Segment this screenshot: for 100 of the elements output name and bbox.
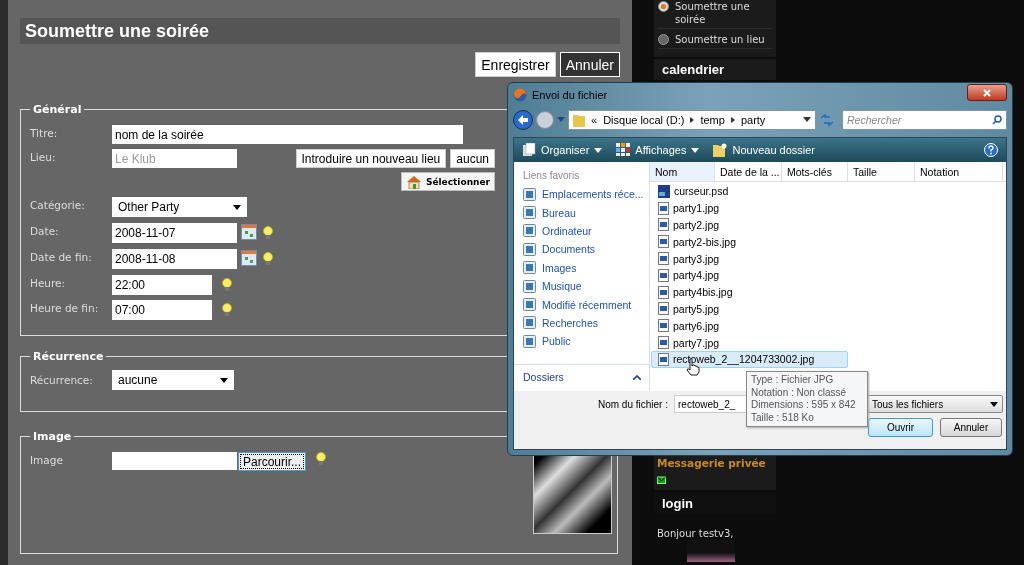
file-field[interactable] (112, 452, 237, 470)
save-button[interactable]: Enregistrer (475, 52, 556, 77)
shortcut-icon (523, 261, 536, 275)
logo-image (687, 539, 735, 562)
close-button[interactable] (967, 84, 1007, 101)
image-file-icon (658, 201, 669, 215)
chevron-icon (730, 116, 735, 123)
shortcut-icon (523, 242, 536, 256)
toolbar-button[interactable]: Organiser (522, 143, 603, 157)
menu-item[interactable]: Soumettre une soirée (658, 0, 772, 29)
toolbar-button[interactable]: Nouveau dossier (713, 143, 816, 157)
lightbulb-icon (263, 225, 273, 239)
column-header[interactable]: Nom (650, 162, 715, 181)
column-header[interactable]: Mots-clés (782, 162, 848, 181)
new-place-button[interactable]: Introduire un nouveau lieu (295, 149, 447, 168)
toolbar-button[interactable]: Affichages (616, 143, 700, 157)
favorite-link[interactable]: Modifié récemment (514, 295, 649, 314)
image-file-icon (658, 352, 669, 366)
image-file-icon (658, 302, 669, 316)
chevron-up-icon (633, 374, 641, 380)
column-header[interactable]: Date de la ... (715, 162, 782, 181)
column-header[interactable]: Taille (848, 162, 915, 181)
lightbulb-icon (222, 303, 232, 316)
column-header[interactable]: Notation (915, 162, 1003, 181)
favorite-link[interactable]: Images (514, 258, 649, 277)
refresh-icon (819, 112, 835, 127)
greeting-text: Bonjour testv3, (656, 527, 735, 539)
file-item[interactable]: party3.jpg (651, 250, 848, 267)
close-icon (983, 88, 991, 97)
file-item[interactable]: party6.jpg (651, 317, 848, 335)
field-label: Date de fin: (30, 250, 93, 263)
file-item[interactable]: party1.jpg (651, 199, 848, 217)
shortcut-icon (523, 298, 536, 312)
mail-icon (657, 475, 666, 484)
favorite-link[interactable]: Documents (514, 240, 649, 259)
favorite-link[interactable]: Musique (514, 276, 649, 296)
caret-icon (220, 377, 228, 383)
address-bar[interactable]: « Disque local (D:) temp party (568, 109, 816, 130)
browse-button[interactable]: Parcourir... (238, 452, 307, 471)
calendar-heading: calendrier (661, 61, 726, 79)
favorite-link[interactable]: Ordinateur (514, 221, 649, 241)
folder-icon (573, 112, 585, 127)
favorite-link[interactable]: Emplacements réce... (514, 185, 649, 204)
shortcut-icon (523, 224, 536, 238)
text-field[interactable]: nom de la soirée (112, 125, 463, 144)
caret-icon (594, 147, 603, 153)
dropdown[interactable]: Other Party (112, 197, 247, 217)
image-file-icon (658, 285, 669, 299)
lightbulb-icon (316, 452, 327, 465)
favorite-link[interactable]: Bureau (514, 203, 649, 222)
time-field[interactable]: 22:00 (112, 275, 212, 295)
shortcut-icon (523, 187, 536, 201)
date-field[interactable]: 2008-11-08 (112, 249, 237, 269)
menu-item[interactable]: Soumettre un lieu (658, 29, 772, 49)
new-folder-icon (713, 143, 728, 157)
file-item[interactable]: party4.jpg (651, 267, 848, 284)
shortcut-icon (523, 334, 536, 348)
file-item[interactable]: party2.jpg (651, 216, 848, 234)
photoshop-file-icon (658, 184, 670, 198)
file-item[interactable]: party7.jpg (651, 334, 848, 351)
caret-icon (233, 204, 241, 210)
cancel-button[interactable]: Annuler (940, 418, 1002, 437)
cancel-button[interactable]: Annuler (559, 52, 620, 77)
messaging-link[interactable]: Messagerie privée (657, 457, 766, 469)
time-field[interactable]: 07:00 (112, 300, 212, 320)
select-button[interactable]: Sélectionner (400, 172, 495, 191)
favorite-link[interactable]: Public (514, 332, 649, 351)
shortcut-icon (523, 316, 536, 330)
section-title: Image (32, 430, 73, 443)
lightbulb-icon (222, 278, 232, 291)
search-field[interactable]: Rechercher (842, 109, 1007, 130)
search-icon (992, 114, 1002, 125)
field-label: Catégorie: (30, 198, 86, 211)
none-button[interactable]: aucun (450, 149, 495, 168)
file-item[interactable]: party2-bis.jpg (651, 233, 848, 251)
caret-icon (803, 117, 811, 122)
file-item[interactable]: party4bis.jpg (651, 283, 848, 301)
image-file-icon (658, 252, 669, 266)
field-label: Heure: (30, 276, 67, 289)
dropdown[interactable]: aucune (112, 370, 234, 390)
file-item[interactable]: curseur.psd (651, 183, 848, 200)
tooltip-line: Type : Fichier JPG (751, 374, 835, 387)
grid-icon (616, 143, 631, 157)
open-button[interactable]: Ouvrir (868, 418, 933, 437)
lightbulb-icon (263, 251, 273, 265)
file-item[interactable]: party5.jpg (651, 300, 848, 318)
chevron-icon (690, 116, 695, 123)
shortcut-icon (523, 279, 536, 293)
field-label: Heure de fin: (30, 301, 100, 314)
filename-label: Nom du fichier : (597, 399, 668, 410)
pages-icon (522, 143, 536, 157)
field-label: Image (30, 453, 64, 466)
favorite-link[interactable]: Recherches (514, 313, 649, 333)
section-title: Général (32, 103, 83, 116)
favorites-heading: Liens favoris (522, 169, 581, 183)
image-file-icon (658, 336, 669, 350)
back-icon (513, 109, 533, 130)
file-item[interactable]: rectoweb_2__1204733002.jpg (651, 350, 848, 368)
date-field[interactable]: 2008-11-07 (112, 223, 237, 243)
file-type-dropdown[interactable]: Tous les fichiers (867, 395, 1003, 413)
